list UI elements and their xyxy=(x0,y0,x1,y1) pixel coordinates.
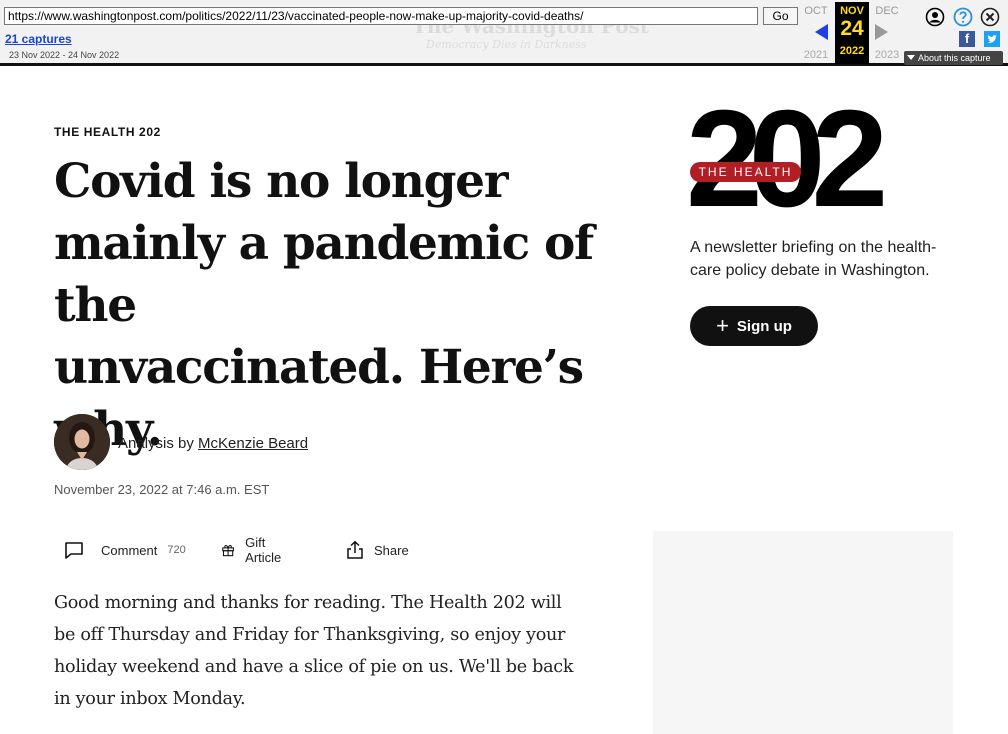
prev-month-label[interactable]: OCT xyxy=(799,5,833,17)
body-line: be off Thursday and Friday for Thanksgiv… xyxy=(54,625,566,645)
about-capture-label: About this capture xyxy=(918,53,991,63)
newsletter-description: A newsletter briefing on the health- car… xyxy=(690,236,960,282)
share-icon xyxy=(347,540,363,559)
headline-line: mainly a pandemic of the xyxy=(54,216,594,333)
gift-article-label: Gift Article xyxy=(245,535,282,565)
captures-link[interactable]: 21 captures xyxy=(5,32,72,46)
sign-up-button[interactable]: + Sign up xyxy=(690,306,818,346)
body-line: in your inbox Monday. xyxy=(54,689,246,709)
current-day: 24 xyxy=(840,17,864,40)
description-line: care policy debate in Washington. xyxy=(690,262,930,279)
current-capture-date: NOV 24 2022 xyxy=(835,2,869,64)
body-line: holiday weekend and have a slice of pie … xyxy=(54,657,574,677)
background-tagline: Democracy Dies in Darkness xyxy=(426,38,587,51)
headline-line: unvaccinated. Here’s xyxy=(54,340,584,395)
url-input[interactable]: https://www.washingtonpost.com/politics/… xyxy=(4,7,758,25)
prev-year-label[interactable]: 2021 xyxy=(799,49,833,61)
close-icon[interactable] xyxy=(980,7,1000,27)
user-account-icon[interactable] xyxy=(925,7,945,27)
author-link[interactable]: McKenzie Beard xyxy=(198,435,308,452)
author-avatar[interactable] xyxy=(54,414,110,470)
byline: Analysis by McKenzie Beard xyxy=(118,435,308,452)
logo-number: 202 xyxy=(686,82,888,236)
author-photo xyxy=(54,414,110,470)
next-year-label[interactable]: 2023 xyxy=(870,49,904,61)
wayback-toolbar: The Washington Post Democracy Dies in Da… xyxy=(0,0,1008,66)
sign-up-label: Sign up xyxy=(736,317,792,335)
comment-icon xyxy=(65,542,83,559)
section-kicker[interactable]: THE HEALTH 202 xyxy=(54,125,161,139)
capture-range: 23 Nov 2022 - 24 Nov 2022 xyxy=(9,50,120,60)
facebook-icon[interactable]: f xyxy=(959,31,975,47)
twitter-icon[interactable] xyxy=(984,31,1000,47)
gift-article-button[interactable]: Gift Article xyxy=(221,535,287,565)
help-icon[interactable] xyxy=(953,7,973,27)
article-body: Good morning and thanks for reading. The… xyxy=(54,587,594,715)
share-label: Share xyxy=(374,542,409,558)
plus-icon: + xyxy=(716,313,729,338)
description-line: A newsletter briefing on the health- xyxy=(690,239,937,256)
next-capture-arrow-icon[interactable] xyxy=(875,24,888,40)
publish-date: November 23, 2022 at 7:46 a.m. EST xyxy=(54,482,270,497)
about-capture-button[interactable]: About this capture xyxy=(904,51,1003,65)
health-202-logo[interactable]: 202 THE HEALTH xyxy=(686,84,930,234)
comment-count: 720 xyxy=(167,544,186,556)
prev-capture-arrow-icon[interactable] xyxy=(815,24,828,40)
comment-button[interactable]: Comment 720 xyxy=(64,537,186,563)
current-year: 2022 xyxy=(839,45,865,57)
dropdown-triangle-icon xyxy=(907,55,915,60)
current-month: NOV xyxy=(840,5,864,17)
go-button[interactable]: Go xyxy=(763,7,798,25)
gift-icon xyxy=(222,544,234,557)
comment-label: Comment xyxy=(101,542,158,558)
body-line: Good morning and thanks for reading. The… xyxy=(54,593,562,613)
ad-placeholder xyxy=(653,531,953,734)
next-month-label[interactable]: DEC xyxy=(870,5,904,17)
headline-line: Covid is no longer xyxy=(54,154,509,209)
share-button[interactable]: Share xyxy=(345,537,409,563)
logo-pill: THE HEALTH xyxy=(690,162,801,182)
byline-prefix: Analysis by xyxy=(118,435,194,452)
article-headline: Covid is no longer mainly a pandemic of … xyxy=(54,151,664,461)
